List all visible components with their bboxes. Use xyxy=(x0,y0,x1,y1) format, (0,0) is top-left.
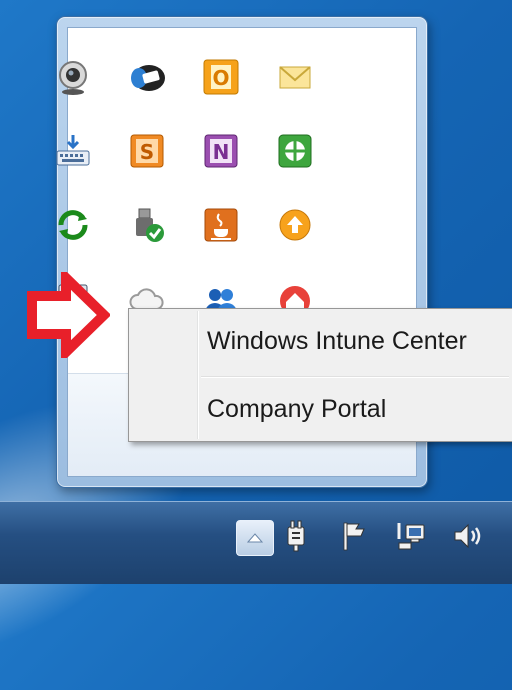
menu-item-windows-intune-center[interactable]: Windows Intune Center xyxy=(207,313,507,369)
outlook-icon[interactable]: O xyxy=(184,40,258,114)
power-plug-icon[interactable] xyxy=(276,516,316,556)
mail-icon[interactable] xyxy=(258,40,332,114)
action-center-flag-icon[interactable] xyxy=(334,516,374,556)
camera-tray-icon[interactable] xyxy=(110,40,184,114)
svg-text:N: N xyxy=(213,140,230,164)
context-menu: Windows Intune Center Company Portal xyxy=(128,308,512,442)
network-icon[interactable] xyxy=(392,516,432,556)
update-arrow-icon[interactable] xyxy=(258,188,332,262)
show-hidden-icons-button[interactable] xyxy=(236,520,274,556)
menu-item-label: Windows Intune Center xyxy=(207,326,467,355)
volume-icon[interactable] xyxy=(448,516,488,556)
menu-separator xyxy=(201,376,509,377)
java-icon[interactable] xyxy=(184,188,258,262)
sync-arrows-icon[interactable] xyxy=(36,188,110,262)
sharepoint-workspace-icon[interactable]: S xyxy=(110,114,184,188)
chevron-up-icon xyxy=(246,533,264,543)
onenote-icon[interactable]: N xyxy=(184,114,258,188)
keyboard-icon[interactable] xyxy=(36,114,110,188)
menu-item-label: Company Portal xyxy=(207,394,387,423)
menu-gutter xyxy=(197,311,198,439)
red-arrow-icon xyxy=(27,272,110,358)
svg-text:S: S xyxy=(140,140,154,164)
menu-item-company-portal[interactable]: Company Portal xyxy=(207,381,507,437)
svg-text:O: O xyxy=(212,66,229,90)
intune-shield-icon[interactable] xyxy=(258,114,332,188)
webcam-icon[interactable] xyxy=(36,40,110,114)
usb-safe-remove-icon[interactable] xyxy=(110,188,184,262)
